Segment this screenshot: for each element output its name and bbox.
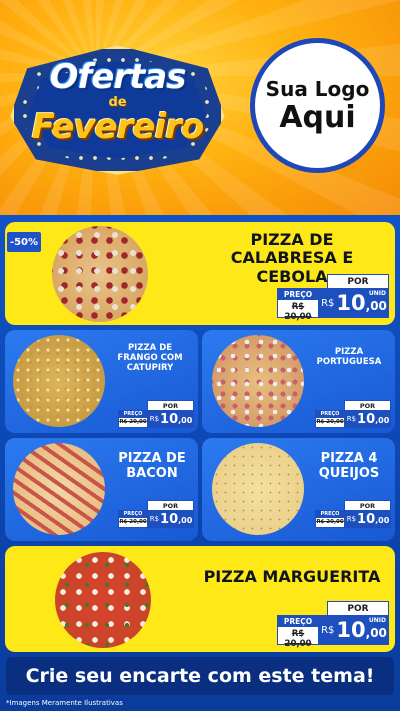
product-name: PIZZA DE BACON	[118, 451, 186, 481]
pizza-marguerita-image	[55, 552, 151, 648]
price-tag: POR PREÇO R$ 20,00 R$ 10 ,00	[118, 500, 194, 529]
currency-symbol: R$	[346, 515, 357, 523]
product-card-4-queijos[interactable]: PIZZA 4 QUEIJOS POR PREÇO R$ 20,00 R$ 10…	[202, 438, 395, 541]
currency-symbol: R$	[149, 415, 160, 423]
old-price: R$ 20,00	[284, 302, 312, 322]
pizza-bacon-image	[13, 443, 105, 535]
header-banner: Ofertas de Fevereiro Sua Logo Aqui	[0, 0, 400, 215]
new-price: R$ 10 ,00	[148, 410, 194, 428]
price-tag: POR PREÇO R$ 20,00 R$ 10 ,00	[315, 400, 391, 429]
por-label: POR	[327, 274, 389, 289]
preco-label: PREÇO	[316, 411, 344, 418]
new-price: R$ 10 ,00	[345, 510, 391, 528]
currency-symbol: R$	[149, 515, 160, 523]
old-price-box: PREÇO R$ 20,00	[315, 410, 345, 428]
old-price: R$ 20,00	[119, 519, 147, 525]
old-price-box: PREÇO R$ 20,00	[118, 410, 148, 428]
old-price-box: PREÇO R$ 20,00	[118, 510, 148, 528]
pizza-4-queijos-image	[212, 443, 304, 535]
por-label: POR	[327, 601, 389, 616]
product-name: PIZZA DE FRANGO COM CATUPIRY	[117, 343, 183, 373]
price-decimal: ,00	[375, 416, 390, 425]
product-name: PIZZA PORTUGUESA	[316, 347, 382, 367]
product-card-frango[interactable]: PIZZA DE FRANGO COM CATUPIRY POR PREÇO R…	[5, 330, 198, 433]
old-price-box: PREÇO R$ 20,00	[277, 288, 319, 322]
badge-title-ofertas: Ofertas	[49, 57, 187, 97]
preco-label: PREÇO	[278, 616, 318, 627]
logo-text-line1: Sua Logo	[265, 76, 370, 101]
old-price: R$ 20,00	[284, 629, 312, 649]
price-integer: 10	[160, 411, 179, 427]
currency-symbol: R$	[321, 624, 335, 636]
price-integer: 10	[357, 511, 376, 527]
discount-badge: -50%	[7, 232, 41, 252]
price-tag: POR PREÇO R$ 20,00 R$ 10 ,00	[118, 400, 194, 429]
price-decimal: ,00	[375, 516, 390, 525]
logo-placeholder[interactable]: Sua Logo Aqui	[250, 38, 385, 173]
price-decimal: ,00	[178, 416, 193, 425]
price-integer: 10	[336, 291, 366, 315]
new-price: R$ 10 ,00	[148, 510, 194, 528]
product-card-portuguesa[interactable]: PIZZA PORTUGUESA POR PREÇO R$ 20,00 R$ 1…	[202, 330, 395, 433]
old-price: R$ 20,00	[119, 419, 147, 425]
old-price-box: PREÇO R$ 20,00	[315, 510, 345, 528]
preco-label: PREÇO	[278, 289, 318, 300]
new-price: R$ 10 ,00	[345, 410, 391, 428]
product-card-calabresa[interactable]: PIZZA DE CALABRESA E CEBOLA POR PREÇO R$…	[5, 222, 395, 325]
logo-text-line2: Aqui	[279, 99, 356, 135]
price-decimal: ,00	[365, 298, 387, 313]
old-price: R$ 20,00	[316, 419, 344, 425]
product-name: PIZZA MARGUERITA	[203, 567, 381, 586]
pizza-frango-image	[13, 335, 105, 427]
price-tag: POR PREÇO R$ 20,00 R$ 10 ,00 UNID	[277, 274, 389, 322]
preco-label: PREÇO	[119, 411, 147, 418]
price-integer: 10	[357, 411, 376, 427]
pizza-portuguesa-image	[212, 335, 304, 427]
badge-title-fevereiro: Fevereiro	[31, 107, 204, 147]
old-price: R$ 20,00	[316, 519, 344, 525]
price-decimal: ,00	[365, 625, 387, 640]
promo-badge: Ofertas de Fevereiro	[10, 45, 225, 175]
price-tag: POR PREÇO R$ 20,00 R$ 10 ,00	[315, 500, 391, 529]
preco-label: PREÇO	[316, 511, 344, 518]
pizza-calabresa-image	[52, 226, 148, 322]
unid-label: UNID	[368, 617, 386, 624]
price-tag: POR PREÇO R$ 20,00 R$ 10 ,00 UNID	[277, 601, 389, 649]
preco-label: PREÇO	[119, 511, 147, 518]
product-card-bacon[interactable]: PIZZA DE BACON POR PREÇO R$ 20,00 R$ 10 …	[5, 438, 198, 541]
price-integer: 10	[160, 511, 179, 527]
unid-label: UNID	[368, 290, 386, 297]
old-price-box: PREÇO R$ 20,00	[277, 615, 319, 649]
price-decimal: ,00	[178, 516, 193, 525]
cta-banner[interactable]: Crie seu encarte com este tema!	[6, 657, 394, 695]
product-name: PIZZA 4 QUEIJOS	[318, 451, 380, 481]
footnote: *Imagens Meramente Ilustrativas	[6, 699, 123, 707]
price-integer: 10	[336, 618, 366, 642]
currency-symbol: R$	[321, 297, 335, 309]
product-card-marguerita[interactable]: PIZZA MARGUERITA POR PREÇO R$ 20,00 R$ 1…	[5, 546, 395, 652]
currency-symbol: R$	[346, 415, 357, 423]
